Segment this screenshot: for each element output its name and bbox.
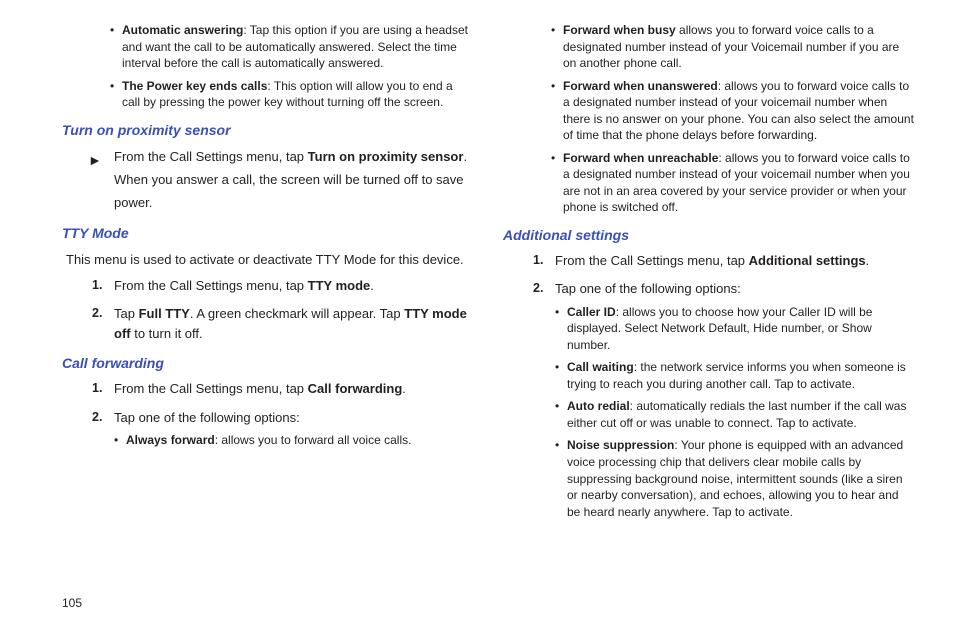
list-item: Tap one of the following options: Caller… — [533, 279, 914, 520]
list-item: Tap one of the following options: Always… — [92, 408, 473, 449]
call-forwarding-steps: From the Call Settings menu, tap Call fo… — [62, 379, 473, 448]
bullet-term: Caller ID — [567, 305, 616, 319]
page-number: 105 — [62, 596, 82, 610]
bullet-term: Noise suppression — [567, 438, 674, 452]
instr-text: When you answer a call, the screen will … — [114, 172, 464, 210]
bullet-term: Forward when unanswered — [563, 79, 718, 93]
bullet-term: Forward when busy — [563, 23, 676, 37]
step-text: Tap — [114, 306, 139, 321]
instr-bold: Turn on proximity sensor — [308, 149, 464, 164]
additional-settings-options: Caller ID: allows you to choose how your… — [555, 304, 914, 521]
step-bold: Full TTY — [139, 306, 190, 321]
list-item: From the Call Settings menu, tap Call fo… — [92, 379, 473, 399]
arrow-icon: ► — [88, 148, 102, 173]
heading-call-forwarding: Call forwarding — [62, 354, 473, 373]
right-column: Forward when busy allows you to forward … — [503, 22, 914, 618]
list-item: Forward when busy allows you to forward … — [553, 22, 914, 72]
instr-text: . — [463, 149, 467, 164]
list-item: Call waiting: the network service inform… — [557, 359, 914, 392]
list-item: From the Call Settings menu, tap TTY mod… — [92, 276, 473, 296]
step-text: . — [370, 278, 374, 293]
heading-tty-mode: TTY Mode — [62, 224, 473, 243]
tty-steps: From the Call Settings menu, tap TTY mod… — [62, 276, 473, 344]
step-text: . — [402, 381, 406, 396]
bullet-term: Forward when unreachable — [563, 151, 718, 165]
list-item: Forward when unreachable: allows you to … — [553, 150, 914, 216]
call-forwarding-options: Always forward: allows you to forward al… — [114, 432, 473, 449]
step-text: From the Call Settings menu, tap — [555, 253, 749, 268]
manual-page: Automatic answering: Tap this option if … — [0, 0, 954, 636]
list-item: Always forward: allows you to forward al… — [116, 432, 473, 449]
left-top-bullets: Automatic answering: Tap this option if … — [62, 22, 473, 111]
instr-text: From the Call Settings menu, tap — [114, 149, 308, 164]
step-bold: Additional settings — [749, 253, 866, 268]
bullet-term: Auto redial — [567, 399, 630, 413]
list-item: Caller ID: allows you to choose how your… — [557, 304, 914, 354]
step-bold: Call forwarding — [308, 381, 403, 396]
list-item: Forward when unanswered: allows you to f… — [553, 78, 914, 144]
right-top-bullets: Forward when busy allows you to forward … — [503, 22, 914, 216]
list-item: Tap Full TTY. A green checkmark will app… — [92, 304, 473, 344]
left-column: Automatic answering: Tap this option if … — [62, 22, 473, 618]
step-text: Tap one of the following options: — [114, 410, 300, 425]
bullet-term: The Power key ends calls — [122, 79, 267, 93]
list-item: From the Call Settings menu, tap Additio… — [533, 251, 914, 271]
heading-proximity-sensor: Turn on proximity sensor — [62, 121, 473, 140]
list-item: Auto redial: automatically redials the l… — [557, 398, 914, 431]
heading-additional-settings: Additional settings — [503, 226, 914, 245]
list-item: Noise suppression: Your phone is equippe… — [557, 437, 914, 520]
list-item: Automatic answering: Tap this option if … — [112, 22, 473, 72]
bullet-text: : allows you to forward all voice calls. — [215, 433, 412, 447]
step-text: to turn it off. — [131, 326, 203, 341]
bullet-term: Always forward — [126, 433, 215, 447]
step-text: From the Call Settings menu, tap — [114, 278, 308, 293]
bullet-term: Automatic answering — [122, 23, 243, 37]
step-text: . — [866, 253, 870, 268]
step-text: Tap one of the following options: — [555, 281, 741, 296]
additional-settings-steps: From the Call Settings menu, tap Additio… — [503, 251, 914, 520]
step-text: . A green checkmark will appear. Tap — [190, 306, 404, 321]
step-bold: TTY mode — [308, 278, 371, 293]
step-text: From the Call Settings menu, tap — [114, 381, 308, 396]
bullet-term: Call waiting — [567, 360, 634, 374]
arrow-instruction: ► From the Call Settings menu, tap Turn … — [62, 146, 473, 214]
list-item: The Power key ends calls: This option wi… — [112, 78, 473, 111]
tty-intro: This menu is used to activate or deactiv… — [62, 250, 473, 270]
